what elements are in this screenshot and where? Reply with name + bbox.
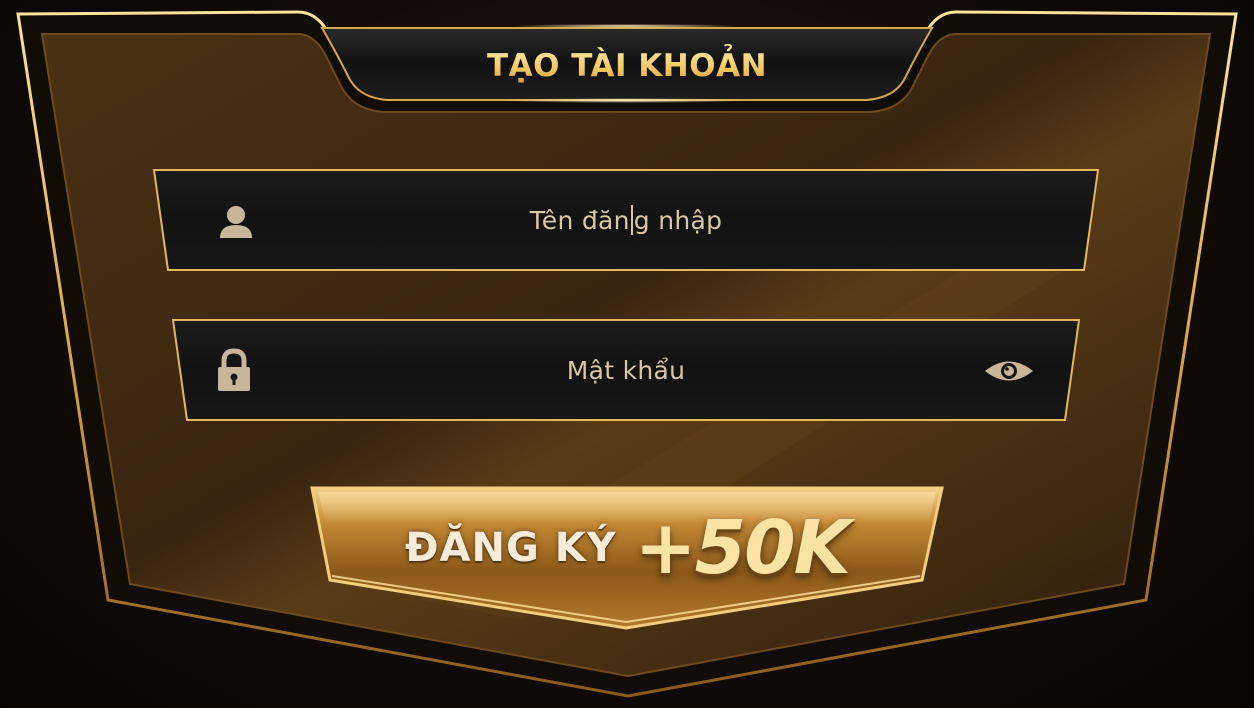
- register-dialog: TẠO TÀI KHOẢN Tên đăn g nhập Mật khẩu ĐĂ…: [0, 0, 1254, 708]
- dialog-title: TẠO TÀI KHOẢN: [380, 42, 874, 90]
- register-button[interactable]: ĐĂNG KÝ +50K: [310, 484, 944, 632]
- password-field[interactable]: Mật khẩu: [173, 320, 1079, 420]
- username-placeholder: Tên đăn g nhập: [529, 205, 723, 235]
- eye-icon[interactable]: [983, 358, 1035, 388]
- username-field[interactable]: Tên đăn g nhập: [154, 170, 1098, 270]
- bonus-amount: +50K: [634, 505, 851, 591]
- register-button-label: ĐĂNG KÝ +50K: [310, 484, 944, 612]
- password-placeholder: Mật khẩu: [566, 355, 686, 385]
- register-text: ĐĂNG KÝ: [405, 525, 617, 571]
- text-caret: [630, 205, 633, 235]
